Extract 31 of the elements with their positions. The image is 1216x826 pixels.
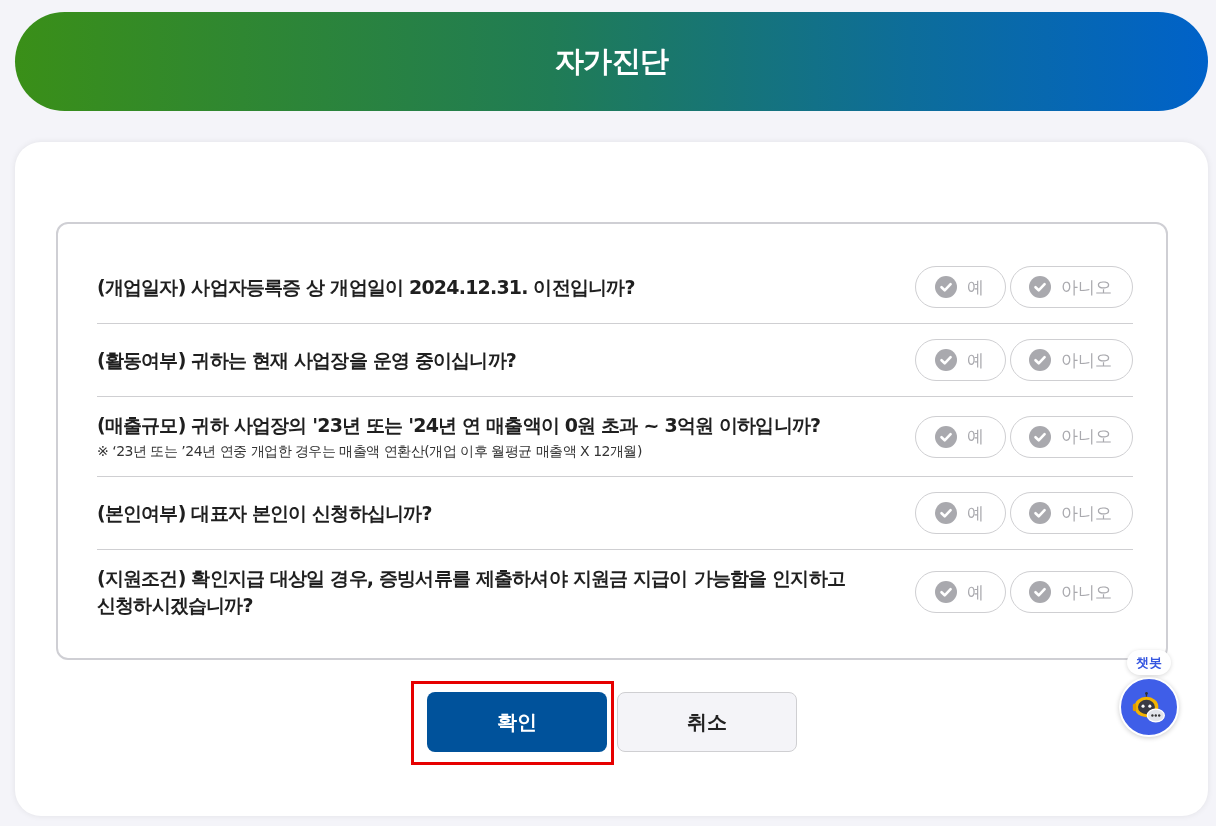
check-circle-icon	[935, 581, 957, 603]
answer-option[interactable]: 아니오	[1010, 492, 1133, 534]
question-text: (본인여부) 대표자 본인이 신청하십니까?	[97, 500, 432, 526]
check-circle-icon	[1029, 581, 1051, 603]
question-text: (개업일자) 사업자등록증 상 개업일이 2024.12.31. 이전입니까?	[97, 274, 635, 300]
answer-option[interactable]: 예	[915, 415, 1006, 458]
check-circle-icon	[1029, 425, 1051, 448]
question-text: (지원조건) 확인지급 대상일 경우, 증빙서류를 제출하셔야 지원금 지급이 가능함을 인지하고 신청하시겠습니까?	[97, 566, 845, 618]
check-circle-icon	[1029, 502, 1051, 524]
question-text: (매출규모) 귀하 사업장의 '23년 또는 '24년 연 매출액이 0원 초과 ~ 3억원 이하입니까?	[97, 413, 821, 438]
answer-option[interactable]: 아니오	[1010, 571, 1133, 613]
page-title: 자가진단	[554, 42, 669, 80]
answer-option[interactable]: 예	[915, 339, 1006, 381]
check-circle-icon	[935, 349, 957, 371]
check-circle-icon	[1029, 276, 1051, 298]
check-circle-icon	[935, 425, 957, 448]
cancel-button[interactable]: 취소	[617, 692, 797, 752]
answer-option[interactable]: 아니오	[1010, 415, 1133, 458]
answer-option[interactable]: 아니오	[1010, 266, 1133, 308]
robot-icon	[1132, 690, 1166, 724]
question-note: ※ ‘23년 또는 ’24년 연중 개업한 경우는 매출액 연환산(개업 이후 월평균 매출액 X 12개월)	[97, 442, 643, 461]
question-text: (활동여부) 귀하는 현재 사업장을 운영 중이십니까?	[97, 347, 517, 373]
chatbot-tooltip: 챗봇	[1127, 650, 1171, 675]
answer-option[interactable]: 예	[915, 571, 1006, 613]
check-circle-icon	[935, 502, 957, 524]
check-circle-icon	[1029, 349, 1051, 371]
answer-option[interactable]: 예	[915, 266, 1006, 308]
answer-option[interactable]: 아니오	[1010, 339, 1133, 381]
confirm-button[interactable]: 확인	[427, 692, 607, 752]
answer-option[interactable]: 예	[915, 492, 1006, 534]
check-circle-icon	[935, 276, 957, 298]
